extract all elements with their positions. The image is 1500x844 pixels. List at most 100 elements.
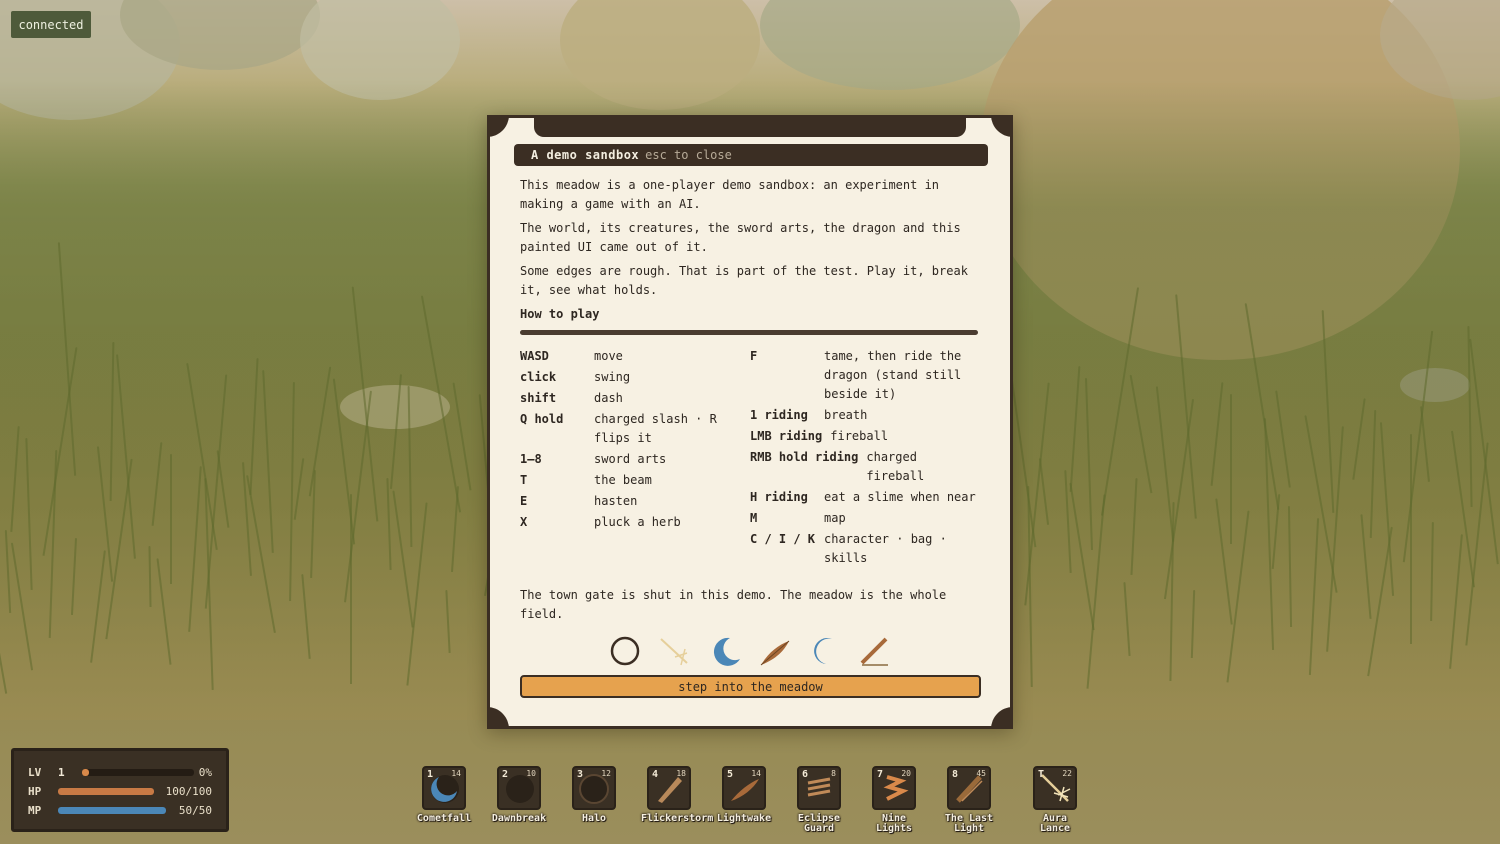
skill-cost: 14 (751, 769, 761, 778)
player-stats-panel: LV 1 0% HP 100/100 MP 50/50 (11, 748, 229, 832)
control-row: 1–8 sword arts (520, 450, 750, 469)
control-key: shift (520, 391, 557, 405)
footer-note: The town gate is shut in this demo. The … (520, 588, 947, 621)
dialog-corner (487, 707, 509, 729)
control-key: LMB riding (750, 429, 823, 443)
grass-blade (1230, 394, 1232, 544)
intro-dialog: A demo sandbox esc to close This meadow … (487, 115, 1013, 729)
xp-bar (82, 769, 194, 776)
skill-icon-frame[interactable]: 6 8 (797, 766, 841, 810)
controls-list: WASD move click swing shift dash Q hold char… (520, 347, 980, 570)
control-row: H riding eat a slime when near (750, 488, 980, 507)
skill-name: Cometfall (416, 813, 472, 824)
skill-icon-frame[interactable]: 1 14 (422, 766, 466, 810)
control-row: C / I / K character · bag · skills (750, 530, 980, 568)
control-key: T (520, 473, 528, 487)
skill-key: 2 (502, 769, 509, 780)
control-desc: dash (594, 391, 623, 405)
tree (760, 0, 1020, 90)
skill-slot-t[interactable]: T 22 Aura Lance (1027, 766, 1083, 834)
skill-name: Nine Lights (875, 813, 913, 834)
step-into-meadow-button[interactable]: step into the meadow (520, 675, 981, 698)
skill-cost: 20 (901, 769, 911, 778)
skill-cost: 22 (1062, 769, 1072, 778)
control-desc: character · bag · skills (824, 532, 947, 565)
level-value: 1 (58, 766, 65, 779)
control-key: Q hold (520, 412, 564, 426)
skill-slot-2[interactable]: 2 10 Dawnbreak (491, 766, 547, 824)
mp-value: 50/50 (178, 804, 212, 817)
control-key: C / I / K (750, 532, 816, 546)
skill-icon-frame[interactable]: T 22 (1033, 766, 1077, 810)
mp-label: MP (28, 804, 42, 817)
skill-icon-frame[interactable]: 5 14 (722, 766, 766, 810)
skill-icon-frame[interactable]: 2 10 (497, 766, 541, 810)
dialog-corner (991, 115, 1013, 137)
skill-icon-frame[interactable]: 8 45 (947, 766, 991, 810)
control-desc: fireball (830, 429, 889, 443)
control-desc: move (594, 349, 623, 363)
skill-slot-6[interactable]: 6 8 Eclipse Guard (791, 766, 847, 834)
dialog-corner (991, 707, 1013, 729)
dialog-top-bar (534, 115, 966, 137)
skill-key: 8 (952, 769, 959, 780)
skill-name: Dawnbreak (491, 813, 547, 824)
control-row: RMB hold riding charged fireball (750, 448, 980, 486)
skill-name: The Last Light (944, 813, 994, 834)
control-desc: hasten (594, 494, 638, 508)
skill-key: T (1038, 769, 1045, 780)
control-row: 1 riding breath (750, 406, 980, 425)
control-row: Q hold charged slash · R flips it (520, 410, 750, 448)
skill-key: 4 (652, 769, 659, 780)
grass-blade (170, 454, 172, 584)
skill-icon-frame[interactable]: 7 20 (872, 766, 916, 810)
skill-name: Eclipse Guard (797, 813, 841, 834)
skill-slot-1[interactable]: 1 14 Cometfall (416, 766, 472, 824)
intro-paragraph: The world, its creatures, the sword arts… (520, 221, 961, 254)
skill-slot-3[interactable]: 3 12 Halo (566, 766, 622, 824)
skill-slot-7[interactable]: 7 20 Nine Lights (866, 766, 922, 834)
crescent-blue-icon (805, 633, 845, 669)
skill-slot-8[interactable]: 8 45 The Last Light (941, 766, 997, 834)
howto-heading: How to play (520, 307, 600, 321)
connection-status: connected (11, 11, 91, 38)
control-desc: pluck a herb (594, 515, 681, 529)
hp-label: HP (28, 785, 42, 798)
dialog-title-bar: A demo sandbox esc to close (514, 144, 988, 166)
control-desc: the beam (594, 473, 652, 487)
control-key: WASD (520, 349, 549, 363)
skill-name: Flickerstorm (641, 813, 714, 824)
sword-art-icons (490, 633, 1010, 673)
intro-paragraph: Some edges are rough. That is part of th… (520, 264, 968, 297)
control-row: shift dash (520, 389, 750, 408)
skill-cost: 14 (451, 769, 461, 778)
skill-icon-frame[interactable]: 3 12 (572, 766, 616, 810)
close-hint[interactable]: esc to close (645, 148, 732, 162)
control-key: X (520, 515, 528, 529)
control-key: M (750, 511, 758, 525)
control-row: click swing (520, 368, 750, 387)
control-desc: eat a slime when near (824, 490, 976, 504)
divider (520, 330, 978, 335)
skill-icon-frame[interactable]: 4 18 (647, 766, 691, 810)
skill-key: 1 (427, 769, 434, 780)
skill-name: Aura Lance (1039, 813, 1071, 834)
skill-name: Halo (581, 813, 607, 824)
skill-key: 3 (577, 769, 584, 780)
skill-name: Lightwake (716, 813, 772, 824)
mp-bar (58, 807, 166, 814)
crescent-icon (705, 633, 745, 669)
skill-slot-5[interactable]: 5 14 Lightwake (716, 766, 772, 824)
skill-key: 7 (877, 769, 884, 780)
control-key: E (520, 494, 528, 508)
skill-cost: 12 (601, 769, 611, 778)
mp-fill (58, 807, 166, 814)
skill-slot-4[interactable]: 4 18 Flickerstorm (641, 766, 714, 824)
control-row: Tthe beam (520, 471, 750, 490)
control-row: LMB riding fireball (750, 427, 980, 446)
skill-cost: 10 (526, 769, 536, 778)
controls-right-column: Ftame, then ride the dragon (stand still… (750, 347, 980, 570)
level-label: LV (28, 766, 42, 779)
level-row: LV 1 0% (28, 763, 212, 782)
control-key: click (520, 370, 557, 384)
